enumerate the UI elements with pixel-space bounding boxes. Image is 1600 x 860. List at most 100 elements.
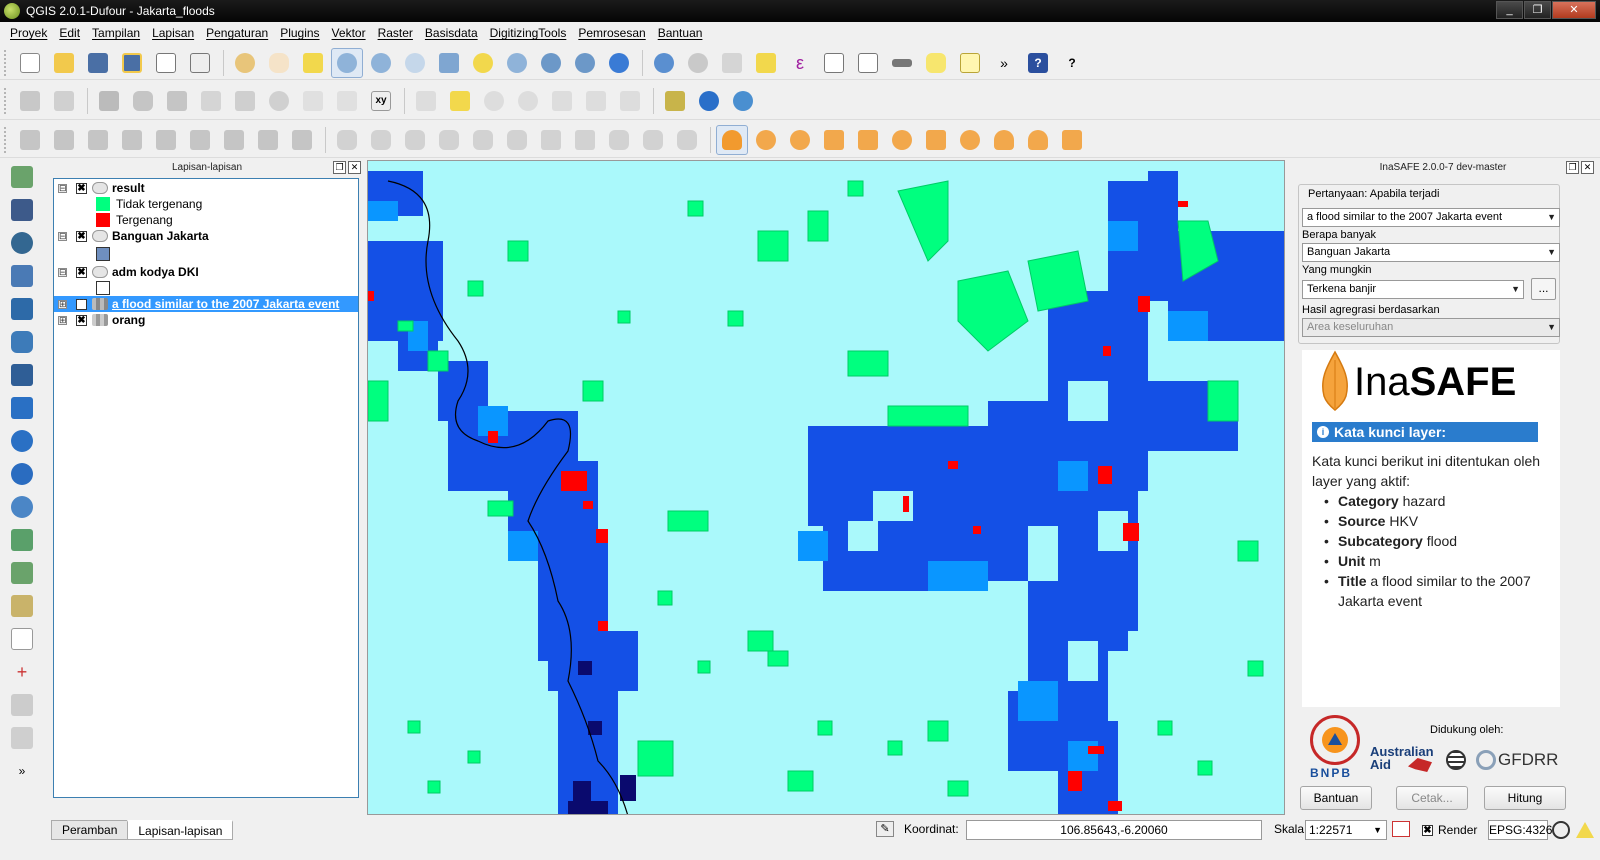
identify-icon[interactable] [648,48,680,78]
label-tool-icon[interactable] [410,86,442,116]
zoom-out-icon[interactable] [365,48,397,78]
add-vector-layer-icon[interactable] [14,125,46,155]
whats-this-icon[interactable]: ? [1056,48,1088,78]
inasafe-converter-icon[interactable] [886,125,918,155]
menu-tampilan[interactable]: Tampilan [86,26,146,40]
epsg-button[interactable]: EPSG:4326 [1488,820,1552,840]
label-highlight-icon[interactable] [444,86,476,116]
add-postgis-icon[interactable] [4,227,40,259]
new-temporary-layer-icon[interactable] [4,590,40,622]
add-wkt-icon[interactable] [4,491,40,523]
select-features-icon[interactable] [716,48,748,78]
menu-basisdata[interactable]: Basisdata [419,26,484,40]
render-toggle[interactable]: ✖ Render [1420,820,1484,840]
coordinate-field[interactable]: 106.85643,-6.20060 [966,820,1262,840]
menu-lapisan[interactable]: Lapisan [146,26,200,40]
menu-pemrosesan[interactable]: Pemrosesan [572,26,651,40]
pan-to-selection-icon[interactable] [229,48,261,78]
paste-features-icon[interactable] [331,86,363,116]
new-shapefile-icon[interactable] [252,125,284,155]
menu-vektor[interactable]: Vektor [326,26,372,40]
add-wcs-icon[interactable] [184,125,216,155]
impact-function-combobox[interactable]: Terkena banjir ▼ [1302,280,1524,299]
render-checkbox[interactable]: ✖ [1422,824,1433,836]
float-panel-button[interactable]: ❐ [333,161,346,174]
inasafe-minimum-needs-icon[interactable] [818,125,850,155]
add-mssql-icon[interactable] [4,293,40,325]
menu-bantuan[interactable]: Bantuan [652,26,709,40]
move-feature-icon[interactable] [161,86,193,116]
menu-raster[interactable]: Raster [372,26,419,40]
layer-visibility-checkbox[interactable]: ✖ [76,298,87,310]
expand-toolbar-icon[interactable]: » [4,755,40,787]
layer-visibility-checkbox[interactable]: ✖ [76,314,87,326]
close-panel-button[interactable]: ✕ [348,161,361,174]
zoom-in-icon[interactable] [331,47,363,78]
new-project-icon[interactable] [14,48,46,78]
layer-banguan-jakarta[interactable]: ⊟ ✖ Banguan Jakarta [54,228,358,244]
inasafe-osm-icon[interactable] [1022,125,1054,155]
layer-adm-kodya-dki[interactable]: ⊟ ✖ adm kodya DKI [54,264,358,280]
map-canvas[interactable] [367,160,1285,815]
toolbar-overflow[interactable]: » [988,48,1020,78]
rotate-symbols-icon[interactable] [671,125,703,155]
current-edits-icon[interactable] [14,86,46,116]
layer-orang[interactable]: ⊞ ✖ orang [54,312,358,328]
add-raster-icon[interactable] [4,194,40,226]
inasafe-keywords-icon[interactable] [750,125,782,155]
zoom-to-layer-icon[interactable] [501,48,533,78]
pan-hand-icon[interactable] [263,48,295,78]
measure-icon[interactable] [886,48,918,78]
save-as-icon[interactable] [116,48,148,78]
toolbar-grip[interactable] [4,126,10,153]
run-button[interactable]: Hitung [1484,786,1566,810]
add-spatialite-layer-icon[interactable] [4,260,40,292]
merge-features-icon[interactable] [603,125,635,155]
add-part-icon[interactable] [399,125,431,155]
inasafe-batch-icon[interactable] [920,125,952,155]
add-gpx-icon[interactable] [4,524,40,556]
add-wms-icon[interactable] [150,125,182,155]
field-calculator-icon[interactable]: ε [784,48,816,78]
inasafe-options-icon[interactable] [784,125,816,155]
xy-tools-icon[interactable]: xy [365,86,397,116]
new-bookmark-icon[interactable] [954,48,986,78]
add-ring-icon[interactable] [365,125,397,155]
new-spatialite-icon[interactable] [286,125,318,155]
collapse-icon[interactable]: ⊟ [58,231,67,241]
aggregation-combobox[interactable]: Area keseluruhan ▼ [1302,318,1560,337]
statistics-icon[interactable] [852,48,884,78]
rotate-label-icon[interactable] [580,86,612,116]
gps-info-icon[interactable] [4,689,40,721]
zoom-actual-size-icon[interactable] [399,48,431,78]
zoom-full-icon[interactable] [433,48,465,78]
run-action-icon[interactable] [682,48,714,78]
exposure-combobox[interactable]: Banguan Jakarta ▼ [1302,243,1560,262]
inasafe-dock-icon[interactable] [716,124,748,155]
georef-icon[interactable] [659,86,691,116]
add-delimited-text-icon[interactable] [4,458,40,490]
zoom-last-icon[interactable] [535,48,567,78]
layer-visibility-checkbox[interactable]: ✖ [76,230,87,242]
change-label-icon[interactable] [614,86,646,116]
add-feature-icon[interactable] [127,86,159,116]
layer-result[interactable]: ⊟ ✖ result [54,180,358,196]
print-button[interactable]: Cetak... [1396,786,1468,810]
toolbar-grip[interactable] [4,87,10,114]
inasafe-impact-functions-icon[interactable] [852,125,884,155]
undo-icon[interactable] [693,86,725,116]
map-tips-icon[interactable] [920,48,952,78]
cut-features-icon[interactable] [263,86,295,116]
hazard-combobox[interactable]: a flood similar to the 2007 Jakarta even… [1302,208,1560,227]
menu-pengaturan[interactable]: Pengaturan [200,26,274,40]
new-print-composer-icon[interactable] [150,48,182,78]
add-delimited-layer-icon[interactable] [82,125,114,155]
composer-manager-icon[interactable] [184,48,216,78]
merge-attributes-icon[interactable] [637,125,669,155]
tab-layers[interactable]: Lapisan-lapisan [127,820,234,840]
globe-plugin-icon[interactable] [727,86,759,116]
delete-part-icon[interactable] [467,125,499,155]
delete-ring-icon[interactable] [433,125,465,155]
maximize-button[interactable]: ❐ [1524,1,1551,19]
expand-icon[interactable]: ⊞ [58,315,67,325]
